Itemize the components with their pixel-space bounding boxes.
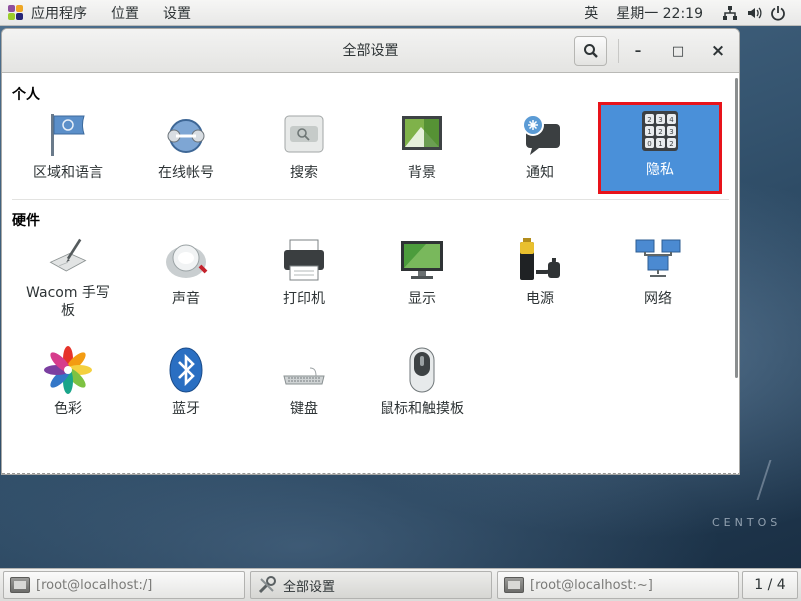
bottom-taskbar: [root@localhost:/] 全部设置 [root@localhost:… <box>0 568 801 601</box>
color-icon <box>44 346 92 394</box>
keyboard-icon <box>283 367 325 385</box>
section-title-hardware: 硬件 <box>12 213 40 229</box>
panel-network[interactable]: 网络 <box>599 234 717 320</box>
panel-display[interactable]: 显示 <box>363 234 481 320</box>
online-accounts-icon <box>167 119 205 153</box>
section-title-personal: 个人 <box>12 87 40 103</box>
panel-printers[interactable]: 打印机 <box>245 234 363 320</box>
top-bar: 应用程序 位置 设置 英 星期一 22:19 <box>0 0 801 26</box>
printer-icon <box>284 239 324 281</box>
places-menu[interactable]: 位置 <box>111 3 139 23</box>
search-icon <box>583 44 598 58</box>
panel-online-accounts[interactable]: 在线帐号 <box>127 108 245 194</box>
settings-window: 全部设置 – □ × 个人 区域和语言 在线帐号 搜索 背景 通知 2 3 4 … <box>1 28 740 475</box>
power-menu-icon[interactable] <box>769 4 787 22</box>
panel-label: Wacom 手写板 <box>26 285 110 319</box>
panel-label: 色彩 <box>54 401 82 417</box>
headerbar-separator <box>618 39 619 63</box>
centos-brand-text: CENTOS <box>712 516 782 529</box>
panel-label: 在线帐号 <box>158 165 214 181</box>
display-icon <box>401 241 443 279</box>
task-label: 全部设置 <box>283 579 336 595</box>
panel-bluetooth[interactable]: 蓝牙 <box>127 344 245 430</box>
network-status-icon[interactable] <box>721 4 739 22</box>
terminal-icon <box>10 577 30 593</box>
svg-text:1: 1 <box>647 128 651 136</box>
panel-notifications[interactable]: 通知 <box>481 108 599 194</box>
window-bottom-edge <box>2 473 739 474</box>
search-button[interactable] <box>574 36 607 66</box>
svg-text:2: 2 <box>658 128 662 136</box>
input-method-indicator[interactable]: 英 <box>584 3 598 23</box>
panel-label: 网络 <box>644 291 672 307</box>
close-button[interactable]: × <box>707 40 729 62</box>
svg-text:3: 3 <box>658 116 662 124</box>
panel-label: 键盘 <box>290 401 318 417</box>
svg-text:2: 2 <box>669 140 673 148</box>
panel-label: 电源 <box>526 291 554 307</box>
svg-text:3: 3 <box>669 128 673 136</box>
panel-label: 打印机 <box>283 291 325 307</box>
panel-label: 背景 <box>408 165 436 181</box>
privacy-lock-icon: 2 3 41 2 30 1 2 <box>642 111 678 151</box>
svg-text:0: 0 <box>647 140 651 148</box>
settings-menu[interactable]: 设置 <box>163 3 191 23</box>
panel-search[interactable]: 搜索 <box>245 108 363 194</box>
settings-tools-icon <box>258 576 276 594</box>
power-icon <box>520 238 560 280</box>
clock[interactable]: 星期一 22:19 <box>616 3 703 23</box>
panel-label: 显示 <box>408 291 436 307</box>
settings-overview: 个人 区域和语言 在线帐号 搜索 背景 通知 234123012 隐私 硬件 W… <box>2 74 739 474</box>
panel-sound[interactable]: 声音 <box>127 234 245 320</box>
applications-menu[interactable]: 应用程序 <box>8 3 111 23</box>
maximize-button[interactable]: □ <box>667 40 689 62</box>
panel-label: 区域和语言 <box>33 165 103 181</box>
applications-icon <box>8 4 24 21</box>
panel-label: 通知 <box>526 165 554 181</box>
task-label: [root@localhost:~] <box>530 577 653 593</box>
applications-menu-label: 应用程序 <box>31 5 87 22</box>
task-label: [root@localhost:/] <box>36 577 153 593</box>
svg-text:1: 1 <box>658 140 662 148</box>
bluetooth-icon <box>169 347 203 393</box>
flag-icon <box>51 114 85 156</box>
panel-label: 声音 <box>172 291 200 307</box>
task-terminal-root[interactable]: [root@localhost:/] <box>3 571 245 599</box>
panel-power[interactable]: 电源 <box>481 234 599 320</box>
workspace-pager[interactable]: 1 / 4 <box>742 571 798 599</box>
panel-label: 隐私 <box>646 162 674 178</box>
section-divider <box>12 199 729 200</box>
panel-color[interactable]: 色彩 <box>9 344 127 430</box>
svg-text:2: 2 <box>647 116 651 124</box>
panel-label: 鼠标和触摸板 <box>380 401 464 417</box>
panel-wacom-tablet[interactable]: Wacom 手写板 <box>9 234 127 320</box>
panel-keyboard[interactable]: 键盘 <box>245 344 363 430</box>
panel-label: 搜索 <box>290 165 318 181</box>
terminal-icon <box>504 577 524 593</box>
window-headerbar[interactable]: 全部设置 – □ × <box>2 29 739 73</box>
svg-text:4: 4 <box>669 116 674 124</box>
volume-icon[interactable] <box>745 4 763 22</box>
scrollbar[interactable] <box>735 78 738 378</box>
panel-label: 蓝牙 <box>172 401 200 417</box>
wacom-tablet-icon <box>49 238 87 272</box>
task-terminal-home[interactable]: [root@localhost:~] <box>497 571 739 599</box>
panel-mouse-touchpad[interactable]: 鼠标和触摸板 <box>363 344 481 430</box>
notification-icon <box>522 114 560 155</box>
panel-background[interactable]: 背景 <box>363 108 481 194</box>
sound-icon <box>166 244 208 278</box>
minimize-button[interactable]: – <box>627 40 649 62</box>
background-icon <box>402 116 442 150</box>
task-all-settings[interactable]: 全部设置 <box>250 571 492 599</box>
panel-region-language[interactable]: 区域和语言 <box>9 108 127 194</box>
mouse-icon <box>409 347 435 393</box>
search-icon <box>284 115 324 153</box>
network-icon <box>635 239 681 277</box>
panel-privacy[interactable]: 234123012 隐私 <box>598 102 722 194</box>
